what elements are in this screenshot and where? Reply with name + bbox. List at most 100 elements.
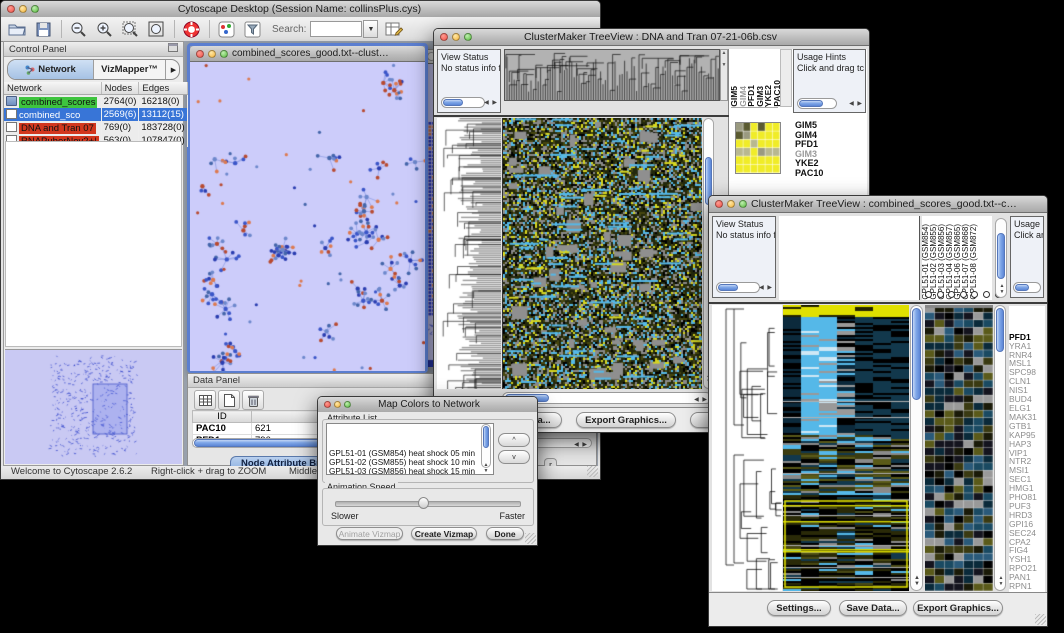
zoom-window-icon[interactable] xyxy=(31,5,39,13)
zoom-fit-icon[interactable] xyxy=(146,19,166,39)
zoom-in-icon[interactable] xyxy=(94,19,114,39)
resize-grip[interactable] xyxy=(1035,614,1046,625)
animation-speed-group: Slower Faster xyxy=(322,488,534,526)
network-frame1-title: combined_scores_good.txt--cluste... xyxy=(228,48,395,59)
move-down-button[interactable]: v xyxy=(498,450,530,464)
vizmapper-icon[interactable] xyxy=(216,19,236,39)
treeview1-title: ClusterMaker TreeView : DNA and Tran 07-… xyxy=(472,31,829,43)
map-dialog-title-bar[interactable]: Map Colors to Network xyxy=(318,397,537,413)
delete-attribute-icon[interactable] xyxy=(242,390,264,410)
close-icon[interactable] xyxy=(440,33,448,41)
column-labels: GIM5GIM4PFD1GIM3YKE2PAC10 xyxy=(731,49,778,108)
network-canvas-clusters[interactable] xyxy=(190,62,425,371)
zoom-heatmap[interactable] xyxy=(925,305,993,591)
export-graphics-button[interactable]: Export Graphics... xyxy=(913,600,1003,616)
control-panel-header: Control Panel xyxy=(4,42,183,57)
float-panel-icon[interactable] xyxy=(168,43,178,55)
resize-grip[interactable] xyxy=(525,533,536,544)
network-tree-empty-area xyxy=(5,141,182,347)
minimize-icon[interactable] xyxy=(727,200,735,208)
col-header-network[interactable]: Network xyxy=(4,82,101,95)
attr-col-id[interactable]: ID xyxy=(193,411,252,423)
minimize-icon[interactable] xyxy=(334,401,341,408)
column-labels: GPL51-01 (GSM854)GPL51-02 (GSM855)GPL51-… xyxy=(922,216,992,300)
export-graphics-button[interactable]: Export Graphics... xyxy=(576,412,676,428)
settings-button[interactable]: Settings... xyxy=(767,600,831,616)
resize-grip[interactable] xyxy=(587,466,598,477)
treeview1-title-bar[interactable]: ClusterMaker TreeView : DNA and Tran 07-… xyxy=(434,29,869,46)
zoom-window-icon[interactable] xyxy=(739,200,747,208)
zoom-out-icon[interactable] xyxy=(68,19,88,39)
animate-vizmap-button[interactable]: Animate Vizmap xyxy=(336,527,403,540)
tab-vizmapper[interactable]: VizMapper™ xyxy=(94,60,166,79)
close-icon[interactable] xyxy=(7,5,15,13)
tab-overflow-arrow-icon[interactable]: ▶ xyxy=(166,60,180,79)
attribute-list-item[interactable]: GPL51-03 (GSM856) heat shock 15 min xyxy=(329,468,493,475)
top-vscrollbar[interactable]: ▲▼ xyxy=(995,218,1007,298)
search-dropdown-icon[interactable]: ▼ xyxy=(363,20,378,38)
view-status-panel: View Status No status info f ◀ ▶ xyxy=(437,49,501,113)
create-vizmap-button[interactable]: Create Vizmap xyxy=(411,527,477,540)
main-window-title: Cytoscape Desktop (Session Name: collins… xyxy=(39,3,560,15)
heatmap-vscrollbar[interactable]: ▲▼ xyxy=(910,305,923,591)
search-label: Search: xyxy=(272,24,306,35)
save-data-button[interactable]: Save Data... xyxy=(839,600,907,616)
main-heatmap[interactable] xyxy=(783,305,909,591)
col-header-nodes[interactable]: Nodes xyxy=(101,82,139,95)
zoom-window-icon[interactable] xyxy=(464,33,472,41)
map-dialog-title: Map Colors to Network xyxy=(351,399,507,410)
open-file-icon[interactable] xyxy=(7,19,27,39)
done-button[interactable]: Done xyxy=(486,527,524,540)
close-icon[interactable] xyxy=(324,401,331,408)
row-dendrogram[interactable] xyxy=(712,305,782,591)
slider-thumb[interactable] xyxy=(418,497,429,509)
column-dendrogram[interactable] xyxy=(504,49,720,101)
network-frame-1[interactable]: combined_scores_good.txt--cluste... xyxy=(187,43,428,373)
treeview-window-combined: ClusterMaker TreeView : combined_scores_… xyxy=(708,195,1048,627)
save-icon[interactable] xyxy=(33,19,53,39)
zoom-window-icon[interactable] xyxy=(344,401,351,408)
network-row[interactable]: DNA and Tran 07 769(0) 183728(0) xyxy=(4,121,187,134)
column-label[interactable]: GPL51-08 (GSM872) xyxy=(970,224,978,300)
zoom-selected-icon[interactable] xyxy=(120,19,140,39)
control-panel-title: Control Panel xyxy=(9,44,67,55)
close-icon[interactable] xyxy=(715,200,723,208)
attribute-list-group: GPL51-01 (GSM854) heat shock 05 minGPL51… xyxy=(322,419,534,483)
row-dendrogram[interactable] xyxy=(437,118,501,389)
close-icon[interactable] xyxy=(196,50,204,58)
attribute-list[interactable]: GPL51-01 (GSM854) heat shock 05 minGPL51… xyxy=(326,423,494,475)
dendro-scroll-strip[interactable]: ▲▼ xyxy=(720,49,728,101)
help-icon[interactable] xyxy=(181,19,201,39)
new-attribute-icon[interactable] xyxy=(218,390,240,410)
attribute-editor-icon[interactable] xyxy=(384,19,404,39)
control-panel: Control Panel Network VizMapper™ ▶ xyxy=(3,41,184,466)
minimize-icon[interactable] xyxy=(19,5,27,13)
minimize-icon[interactable] xyxy=(452,33,460,41)
main-heatmap[interactable] xyxy=(502,118,702,389)
view-status-panel: View Status No status info f ◀ ▶ xyxy=(712,216,776,298)
label-scroll-strip[interactable] xyxy=(780,49,792,107)
treeview2-title-bar[interactable]: ClusterMaker TreeView : combined_scores_… xyxy=(709,196,1047,213)
birdseye-view[interactable] xyxy=(5,349,182,464)
col-header-edges[interactable]: Edges xyxy=(139,82,187,95)
network-frame1-title-bar[interactable]: combined_scores_good.txt--cluste... xyxy=(190,46,425,62)
zoom-heatmap-yellow[interactable] xyxy=(735,122,781,174)
faster-label: Faster xyxy=(499,511,525,521)
search-input[interactable] xyxy=(310,21,362,37)
usage-hints-scrollbar[interactable] xyxy=(1013,282,1041,293)
move-up-button[interactable]: ^ xyxy=(498,433,530,447)
filter-icon[interactable] xyxy=(242,19,262,39)
main-title-bar[interactable]: Cytoscape Desktop (Session Name: collins… xyxy=(1,1,600,18)
zoom-window-icon[interactable] xyxy=(220,50,228,58)
usage-hints-scrollbar[interactable] xyxy=(797,98,837,109)
tab-network[interactable]: Network xyxy=(8,60,94,79)
minimize-icon[interactable] xyxy=(208,50,216,58)
select-attributes-icon[interactable] xyxy=(194,390,216,410)
view-status-scrollbar[interactable] xyxy=(716,282,760,293)
network-row[interactable]: combined_scores 2764(0) 16218(0) xyxy=(4,95,187,109)
network-row[interactable]: combined_sco 2569(6) 13112(15) xyxy=(4,108,187,121)
zoom-vscrollbar[interactable]: ▲▼ xyxy=(994,305,1006,591)
gene-label[interactable]: PAC10 xyxy=(795,169,823,179)
treeview2-title: ClusterMaker TreeView : combined_scores_… xyxy=(747,198,1021,210)
view-status-scrollbar[interactable] xyxy=(441,97,485,108)
